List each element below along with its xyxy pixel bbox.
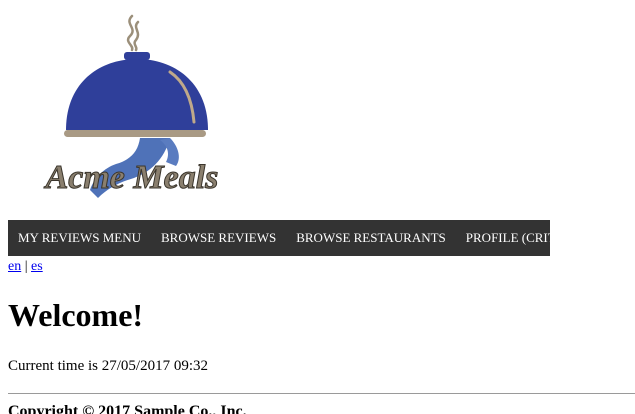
acme-meals-logo: Acme Meals [43,14,219,198]
language-link-es[interactable]: es [31,259,43,274]
nav-my-reviews-menu[interactable]: MY REVIEWS MENU [8,220,151,256]
nav-browse-reviews[interactable]: BROWSE REVIEWS [151,220,286,256]
language-separator: | [24,259,28,274]
main-navbar: MY REVIEWS MENU BROWSE REVIEWS BROWSE RE… [8,220,580,256]
footer-divider [8,393,635,394]
tray [64,130,206,137]
nav-profile[interactable]: PROFILE (CRITIC1) [456,220,590,256]
nav-browse-restaurants[interactable]: BROWSE RESTAURANTS [286,220,456,256]
cloche-handle [124,52,150,60]
brand-text: Acme Meals [44,159,219,196]
language-switcher: en | es [8,259,43,275]
page: Acme Meals MY REVIEWS MENU BROWSE REVIEW… [0,0,635,414]
language-link-en[interactable]: en [8,259,21,274]
current-time-text: Current time is 27/05/2017 09:32 [8,358,208,374]
steam-icon [126,14,140,52]
footer-copyright: Copyright © 2017 Sample Co., Inc. [8,403,247,414]
page-title: Welcome! [8,297,144,333]
